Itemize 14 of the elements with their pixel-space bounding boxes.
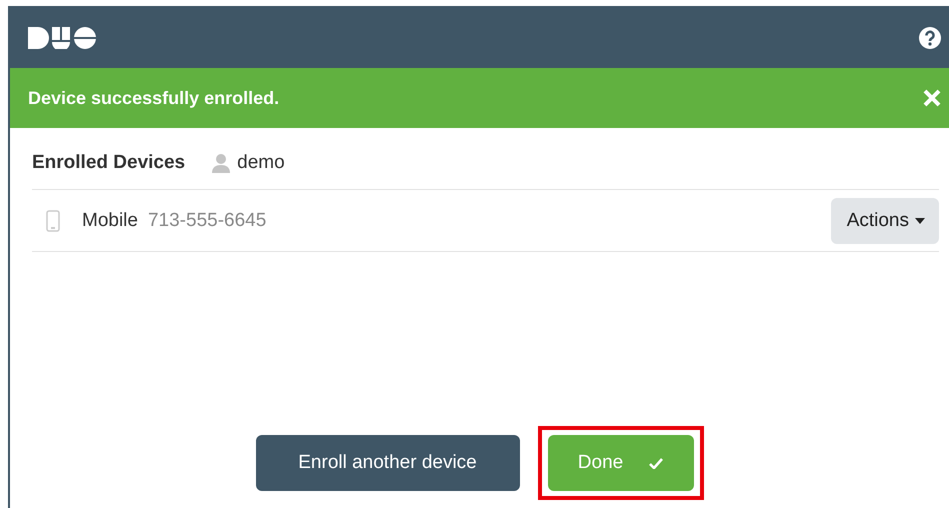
section-title: Enrolled Devices: [32, 152, 186, 174]
checkmark-icon: [649, 458, 664, 468]
caret-icon: [915, 218, 925, 224]
device-name: Mobile: [82, 210, 138, 232]
logo-icon: [28, 26, 96, 48]
success-message: Device successfully enrolled.: [28, 88, 280, 108]
user-name: demo: [237, 152, 285, 174]
close-icon[interactable]: [923, 89, 941, 107]
help-icon[interactable]: [919, 26, 941, 48]
phone-number: 713-555-6645: [148, 210, 266, 232]
enroll-button[interactable]: Enroll another device: [256, 435, 520, 491]
phone-icon: [46, 210, 60, 232]
user-icon: [211, 152, 232, 172]
actions-button[interactable]: Actions: [830, 198, 939, 244]
